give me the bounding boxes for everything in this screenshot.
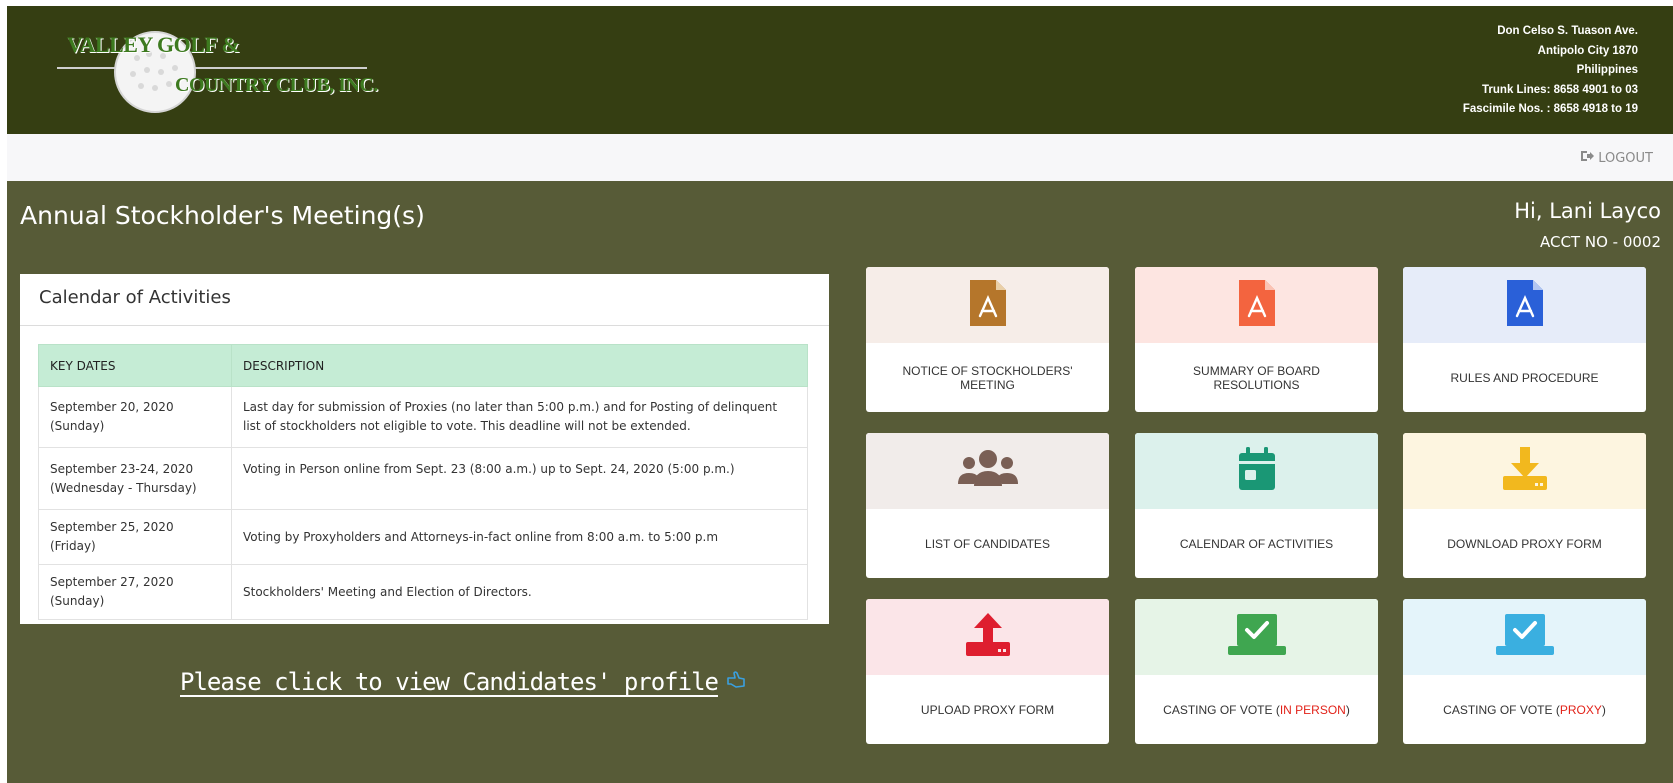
description-cell: Stockholders' Meeting and Election of Di… (231, 564, 808, 620)
hand-pointer-icon (726, 668, 746, 696)
tile-label: CASTING OF VOTE (IN PERSON) (1135, 675, 1378, 744)
table-row: September 20, 2020 (Sunday) Last day for… (38, 386, 808, 448)
description-cell: Voting by Proxyholders and Attorneys-in-… (231, 509, 808, 565)
upload-icon (964, 612, 1012, 663)
logo-text-line2: COUNTRY CLUB, INC. (175, 74, 378, 96)
logout-label: LOGOUT (1598, 150, 1653, 166)
tile-upload-proxy-form[interactable]: UPLOAD PROXY FORM (866, 599, 1109, 744)
users-icon (956, 446, 1020, 497)
vote-check-icon (1493, 612, 1557, 663)
download-icon (1501, 446, 1549, 497)
sign-out-icon (1580, 150, 1595, 166)
key-date-cell: September 25, 2020 (Friday) (38, 509, 232, 565)
site-header: VALLEY GOLF & COUNTRY CLUB, INC. Don Cel… (7, 6, 1673, 134)
column-header-description: DESCRIPTION (231, 344, 808, 387)
tile-label: CASTING OF VOTE (PROXY) (1403, 675, 1646, 744)
logo-text-line1: VALLEY GOLF & (67, 32, 240, 57)
tile-notice-of-stockholders-meeting[interactable]: NOTICE OF STOCKHOLDERS' MEETING (866, 267, 1109, 412)
tile-icon-area (866, 433, 1109, 509)
description-cell: Last day for submission of Proxies (no l… (231, 386, 808, 448)
club-address: Don Celso S. Tuason Ave. Antipolo City 1… (1463, 22, 1638, 120)
tile-icon-area (1403, 599, 1646, 675)
address-line: Antipolo City 1870 (1537, 44, 1638, 57)
trunk-lines: Trunk Lines: 8658 4901 to 03 (1482, 83, 1638, 96)
address-line: Philippines (1576, 64, 1638, 76)
tile-label-text: CASTING OF VOTE (IN PERSON) (1163, 702, 1350, 717)
pdf-file-icon (968, 279, 1008, 331)
tile-icon-area (1135, 599, 1378, 675)
tile-label-text: CASTING OF VOTE (PROXY) (1443, 702, 1606, 717)
table-row: September 27, 2020 (Sunday) Stockholders… (38, 564, 808, 620)
key-date-cell: September 20, 2020 (Sunday) (38, 386, 232, 448)
club-logo[interactable]: VALLEY GOLF & COUNTRY CLUB, INC. (57, 24, 407, 116)
in-person-highlight: IN PERSON (1279, 702, 1346, 717)
tile-label: SUMMARY OF BOARD RESOLUTIONS (1193, 363, 1320, 392)
tile-icon-area (866, 267, 1109, 343)
tile-label: CALENDAR OF ACTIVITIES (1179, 536, 1334, 551)
tile-casting-of-vote-in-person[interactable]: CASTING OF VOTE (IN PERSON) (1135, 599, 1378, 744)
description-cell: Voting in Person online from Sept. 23 (8… (231, 447, 808, 510)
calendar-panel-title: Calendar of Activities (20, 274, 829, 326)
tile-summary-of-board-resolutions[interactable]: SUMMARY OF BOARD RESOLUTIONS (1135, 267, 1378, 412)
candidates-profile-link-label: Please click to view Candidates' profile (180, 668, 719, 696)
tile-icon-area (1403, 433, 1646, 509)
tile-download-proxy-form[interactable]: DOWNLOAD PROXY FORM (1403, 433, 1646, 578)
main-content: Annual Stockholder's Meeting(s) Hi, Lani… (7, 181, 1673, 783)
table-row: September 25, 2020 (Friday) Voting by Pr… (38, 509, 808, 565)
calendar-icon (1237, 446, 1277, 497)
tile-label: DOWNLOAD PROXY FORM (1447, 536, 1602, 551)
tile-list-of-candidates[interactable]: LIST OF CANDIDATES (866, 433, 1109, 578)
tile-calendar-of-activities[interactable]: CALENDAR OF ACTIVITIES (1135, 433, 1378, 578)
tile-icon-area (1135, 433, 1378, 509)
tile-label: LIST OF CANDIDATES (925, 536, 1050, 551)
candidates-profile-link[interactable]: Please click to view Candidates' profile (180, 668, 746, 696)
top-nav: LOGOUT (7, 134, 1673, 181)
key-date-cell: September 27, 2020 (Sunday) (38, 564, 232, 620)
logout-button[interactable]: LOGOUT (1580, 150, 1653, 166)
calendar-panel: Calendar of Activities KEY DATES DESCRIP… (20, 274, 829, 624)
table-row: September 23-24, 2020 (Wednesday - Thurs… (38, 447, 808, 510)
tile-label: UPLOAD PROXY FORM (920, 702, 1055, 717)
address-line: Don Celso S. Tuason Ave. (1497, 25, 1638, 37)
proxy-highlight: PROXY (1559, 702, 1602, 717)
tile-icon-area (1403, 267, 1646, 343)
pdf-file-icon (1505, 279, 1545, 331)
pdf-file-icon (1237, 279, 1277, 331)
column-header-key-dates: KEY DATES (38, 344, 232, 387)
account-number: ACCT NO - 0002 (1539, 233, 1661, 251)
tile-icon-area (866, 599, 1109, 675)
user-greeting: Hi, Lani Layco (1514, 199, 1661, 223)
fax-numbers: Fascimile Nos. : 8658 4918 to 19 (1462, 103, 1638, 115)
tile-label: RULES AND PROCEDURE (1450, 370, 1599, 385)
key-date-cell: September 23-24, 2020 (Wednesday - Thurs… (38, 447, 232, 510)
calendar-table: KEY DATES DESCRIPTION September 20, 2020… (38, 344, 808, 620)
tile-casting-of-vote-proxy[interactable]: CASTING OF VOTE (PROXY) (1403, 599, 1646, 744)
tile-label: NOTICE OF STOCKHOLDERS' MEETING (902, 363, 1073, 392)
tile-icon-area (1135, 267, 1378, 343)
page-title: Annual Stockholder's Meeting(s) (20, 201, 425, 230)
tile-rules-and-procedure[interactable]: RULES AND PROCEDURE (1403, 267, 1646, 412)
vote-check-icon (1225, 612, 1289, 663)
